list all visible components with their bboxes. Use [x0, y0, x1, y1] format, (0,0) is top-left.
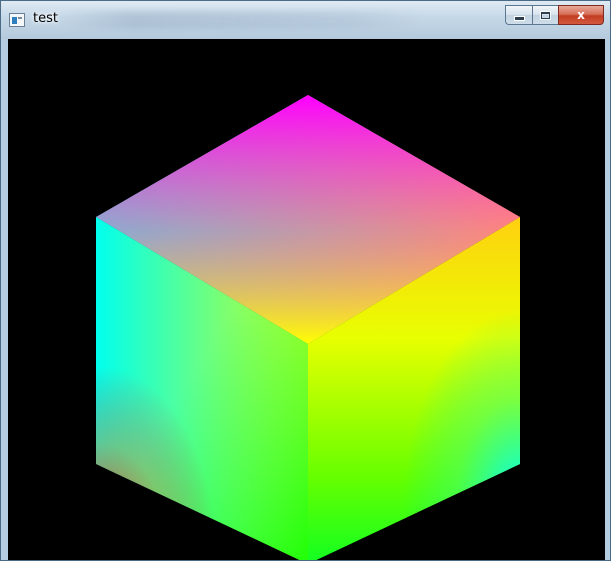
- window-title: test: [33, 11, 58, 26]
- close-button[interactable]: x: [558, 5, 604, 25]
- render-viewport[interactable]: [8, 39, 605, 560]
- app-icon[interactable]: [9, 13, 25, 27]
- minimize-icon: [513, 15, 525, 21]
- close-icon: x: [577, 8, 585, 22]
- maximize-button[interactable]: [532, 5, 558, 25]
- color-cube-canvas: [96, 95, 520, 560]
- title-bar[interactable]: test x: [1, 1, 610, 39]
- app-window: test x: [0, 0, 611, 561]
- minimize-button[interactable]: [505, 5, 532, 25]
- title-bar-glass: [61, 11, 421, 29]
- caption-buttons: x: [505, 5, 604, 25]
- maximize-icon: [540, 10, 551, 20]
